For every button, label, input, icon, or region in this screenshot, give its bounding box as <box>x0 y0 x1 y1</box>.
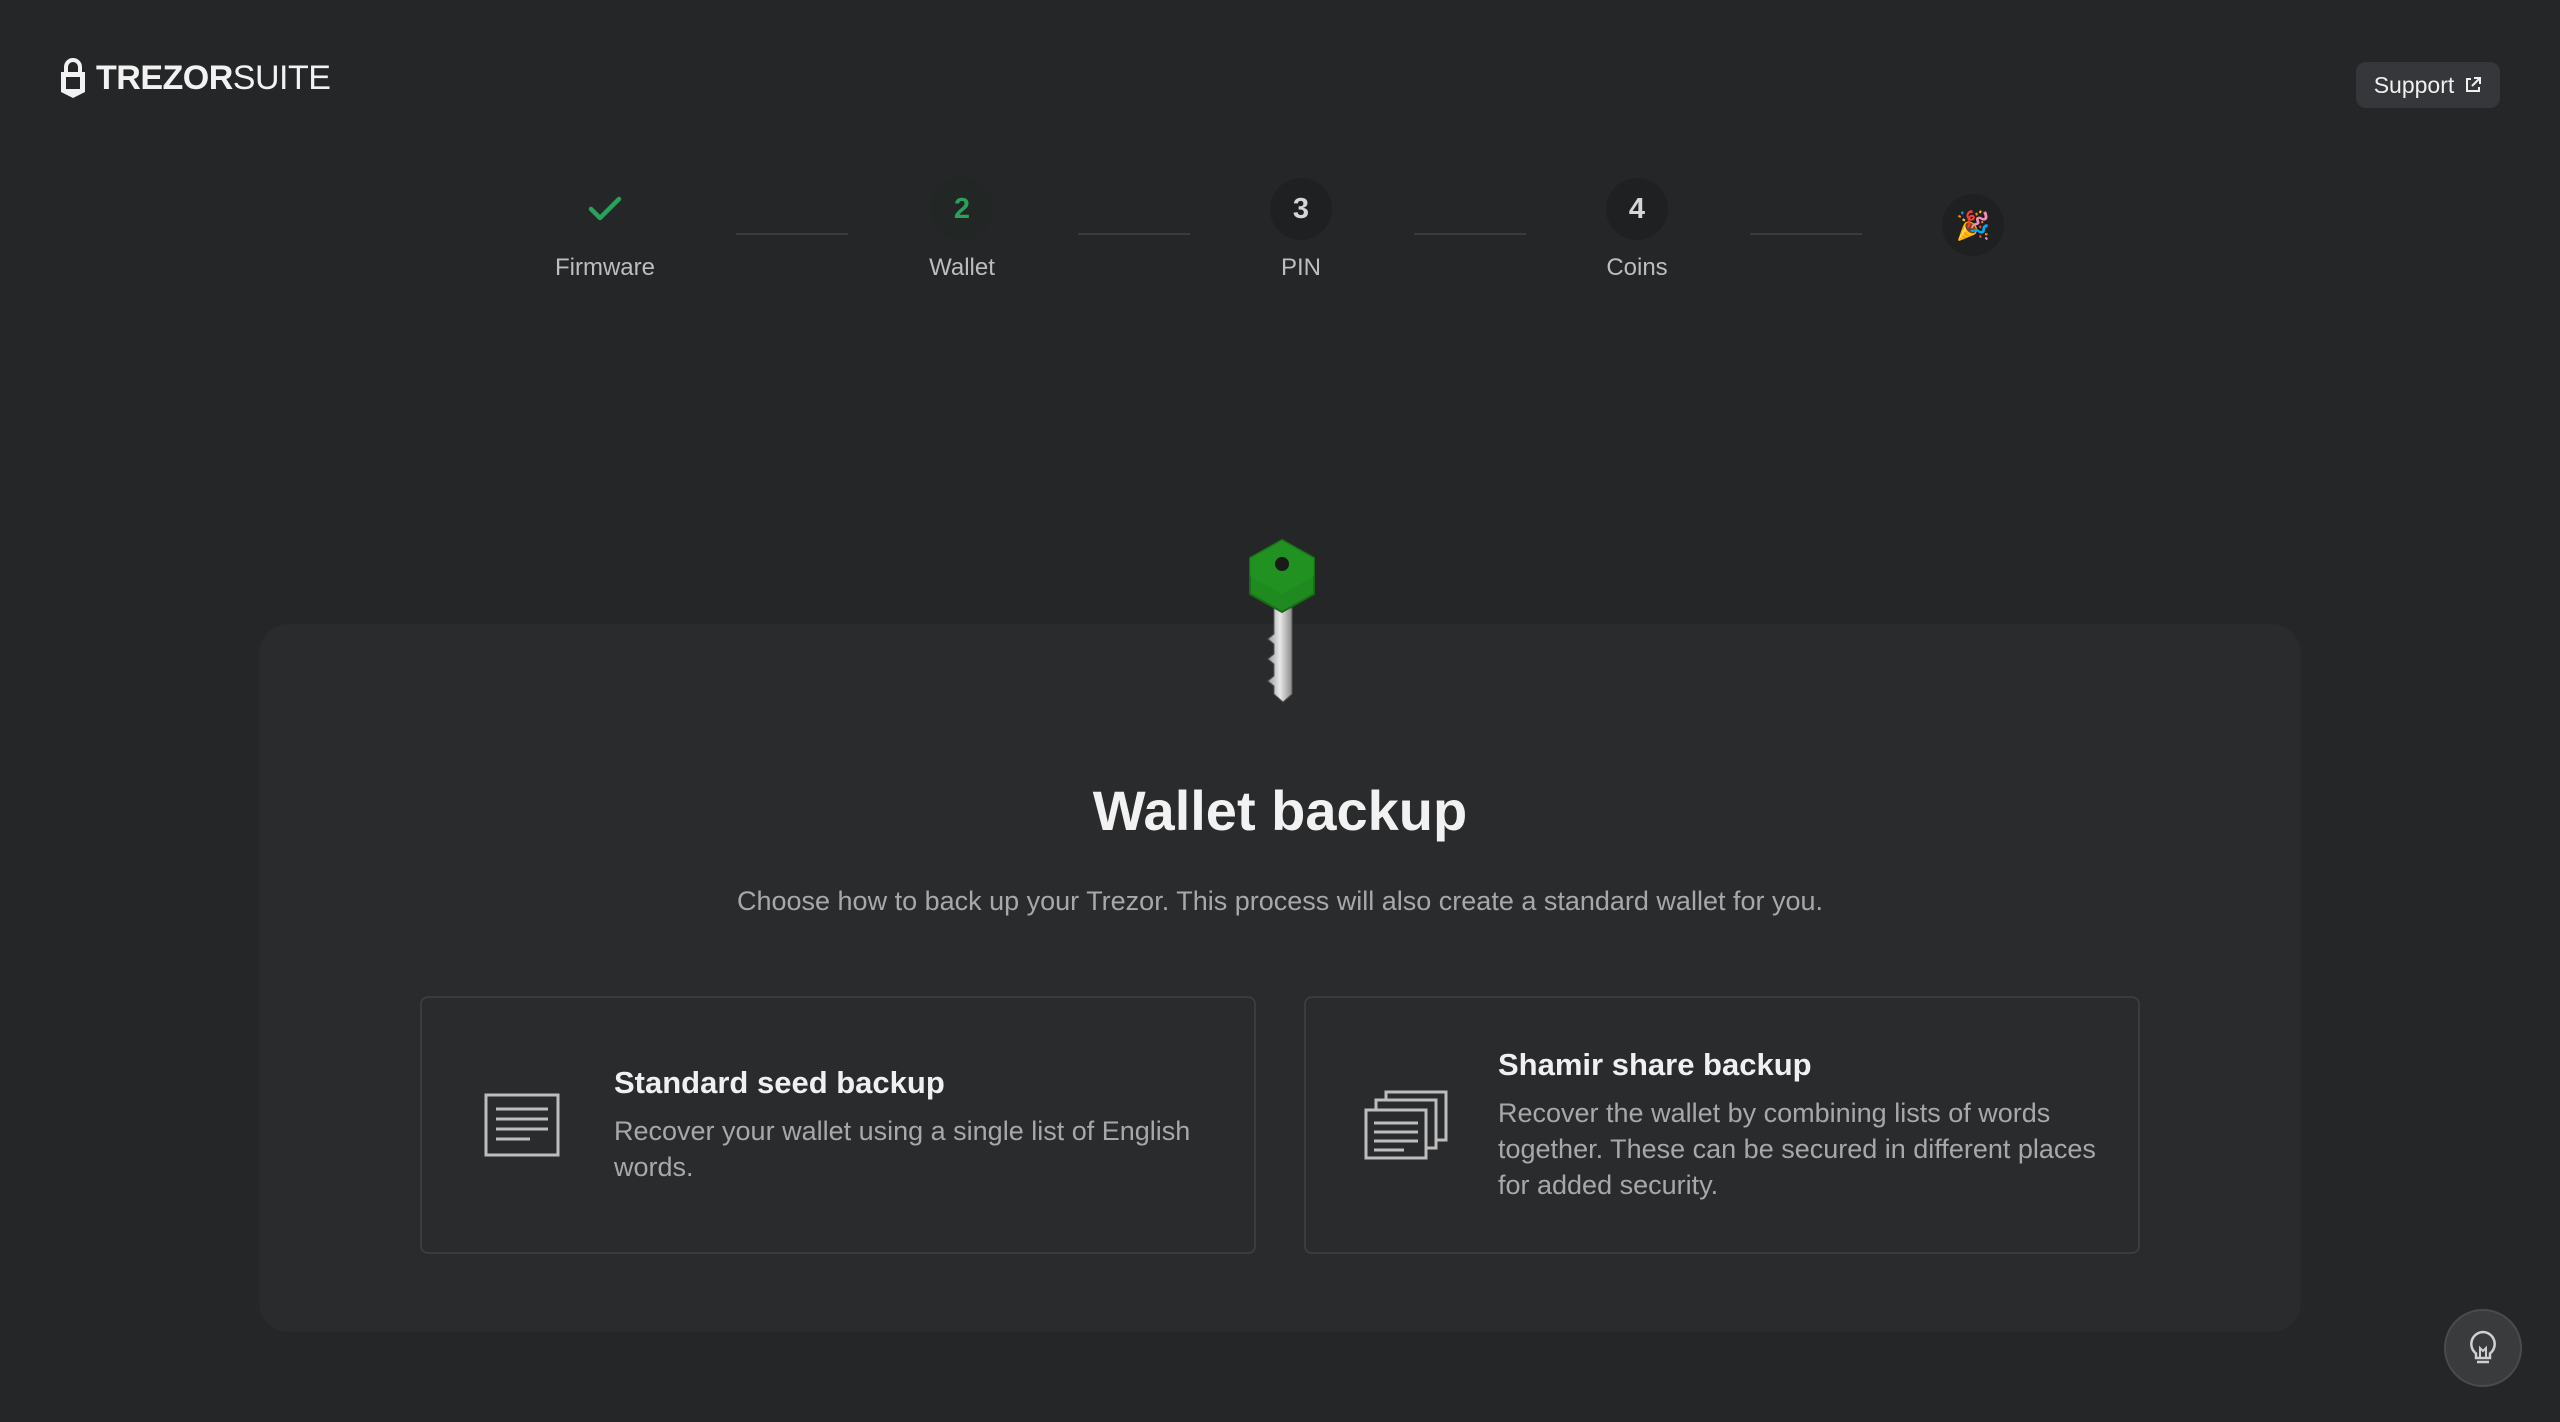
tips-button[interactable] <box>2444 1309 2522 1387</box>
step-pin: 3 PIN <box>1201 178 1401 282</box>
page-subtitle: Choose how to back up your Trezor. This … <box>736 886 1824 916</box>
step-label: Firmware <box>555 254 655 281</box>
logo-text: TREZORSUITE <box>96 58 331 97</box>
option-description: Recover your wallet using a single list … <box>614 1116 1191 1182</box>
step-connector <box>1078 233 1190 235</box>
step-label: PIN <box>1280 254 1321 281</box>
step-number: 3 <box>1270 178 1332 240</box>
padlock-icon <box>61 58 85 98</box>
lightbulb-icon <box>2470 1330 2496 1364</box>
step-connector <box>1414 233 1526 235</box>
option-description: Recover the wallet by combining lists of… <box>1498 1098 2096 1200</box>
key-icon <box>1249 538 1315 703</box>
step-complete-check <box>574 178 636 240</box>
stacked-documents-icon <box>1364 1090 1448 1160</box>
external-link-icon <box>2466 77 2482 92</box>
option-title: Shamir share backup <box>1498 1047 1812 1082</box>
document-icon <box>484 1093 560 1157</box>
step-number: 4 <box>1606 178 1668 240</box>
page-title: Wallet backup <box>1092 779 1468 842</box>
step-connector <box>1750 233 1862 235</box>
step-number: 2 <box>931 178 993 240</box>
checkmark-icon <box>588 196 622 221</box>
step-label: Wallet <box>929 254 995 281</box>
shamir-share-backup-option[interactable]: Shamir share backup Recover the wallet b… <box>1304 996 2140 1254</box>
party-popper-icon: 🎉 <box>1942 194 2004 256</box>
step-label: Coins <box>1606 254 1668 281</box>
step-final: 🎉 <box>1873 194 2073 256</box>
trezor-suite-logo: TREZORSUITE <box>58 56 331 100</box>
support-button[interactable]: Support <box>2356 62 2500 108</box>
support-label: Support <box>2373 71 2455 98</box>
step-firmware: Firmware <box>505 178 705 282</box>
app-window: TREZORSUITE Support Firmware 2 Wallet 3 … <box>0 0 2560 1422</box>
step-coins: 4 Coins <box>1537 178 1737 282</box>
step-connector <box>736 233 848 235</box>
step-wallet: 2 Wallet <box>862 178 1062 282</box>
standard-seed-backup-option[interactable]: Standard seed backup Recover your wallet… <box>420 996 1256 1254</box>
option-title: Standard seed backup <box>614 1065 945 1100</box>
